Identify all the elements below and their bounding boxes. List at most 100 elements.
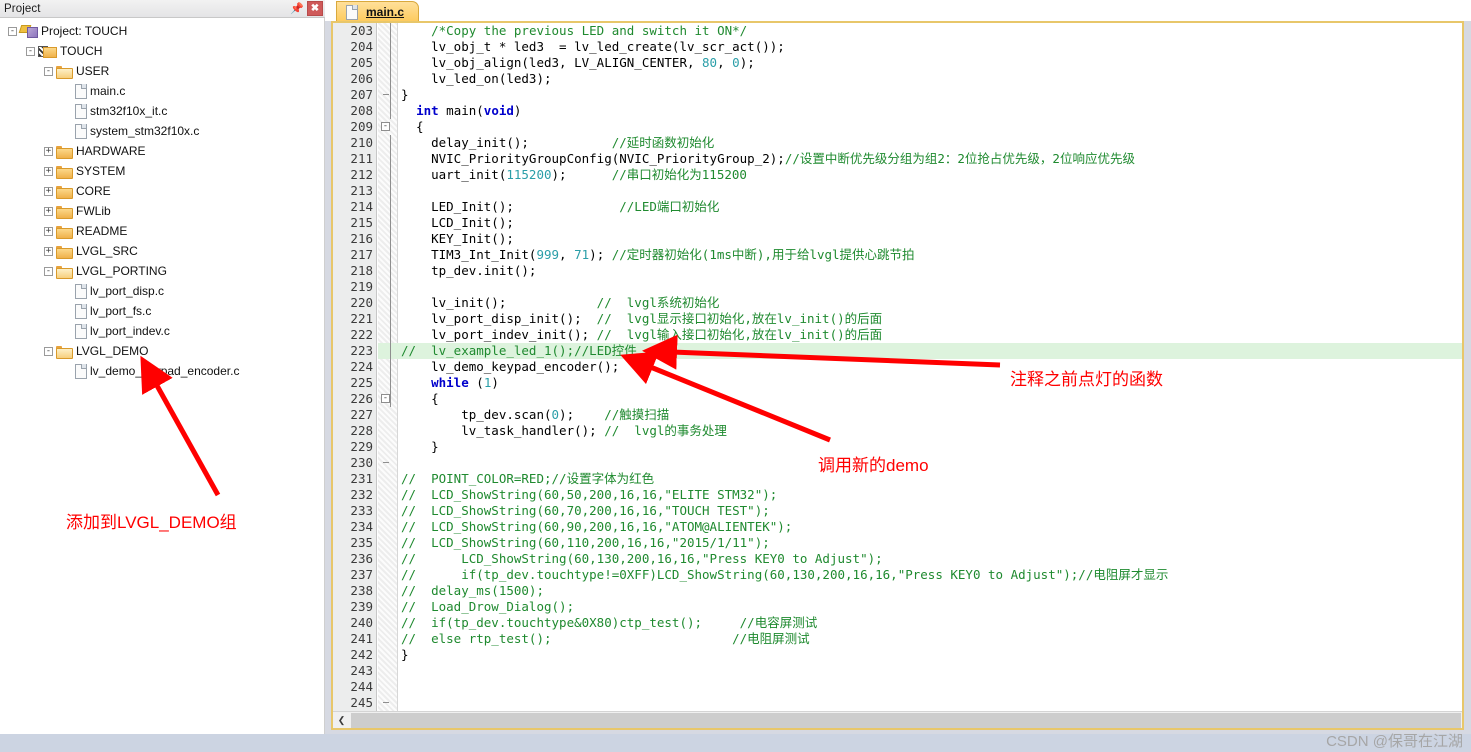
code-line-219[interactable]: 219 — [333, 279, 1462, 295]
tree-item-label: LVGL_PORTING — [76, 264, 167, 278]
code-line-209[interactable]: 209- { — [333, 119, 1462, 135]
code-line-224[interactable]: 224 lv_demo_keypad_encoder(); — [333, 359, 1462, 375]
code-line-221[interactable]: 221 lv_port_disp_init(); // lvgl显示接口初始化,… — [333, 311, 1462, 327]
pin-icon[interactable]: 📌 — [289, 1, 305, 16]
tree-item-main.c[interactable]: main.c — [0, 81, 324, 101]
code-line-210[interactable]: 210 delay_init(); //延时函数初始化 — [333, 135, 1462, 151]
line-number: 244 — [350, 679, 373, 694]
tree-item-user[interactable]: - USER — [0, 61, 324, 81]
tree-item-lvgl_porting[interactable]: - LVGL_PORTING — [0, 261, 324, 281]
tree-item-hardware[interactable]: + HARDWARE — [0, 141, 324, 161]
tree-item-fwlib[interactable]: + FWLib — [0, 201, 324, 221]
scrollbar-thumb[interactable] — [351, 712, 1461, 728]
collapse-icon[interactable]: - — [44, 266, 53, 276]
line-number: 208 — [350, 103, 373, 118]
tree-item-label: README — [76, 224, 128, 238]
collapse-icon[interactable]: - — [44, 66, 53, 76]
code-line-226[interactable]: 226- { — [333, 391, 1462, 407]
code-line-242[interactable]: 242} — [333, 647, 1462, 663]
tree-item-touch[interactable]: - TOUCH — [0, 41, 324, 61]
tree-item-lvgl_demo[interactable]: - LVGL_DEMO — [0, 341, 324, 361]
code-line-233[interactable]: 233 // LCD_ShowString(60,70,200,16,16,"TO… — [333, 503, 1462, 519]
code-text: lv_led_on(led3); — [401, 71, 552, 86]
fold-guide-line — [390, 23, 391, 119]
code-text: uart_init(115200); //串口初始化为115200 — [401, 167, 747, 182]
code-area[interactable]: 203 /*Copy the previous LED and switch i… — [333, 23, 1462, 711]
code-line-234[interactable]: 234 // LCD_ShowString(60,90,200,16,16,"AT… — [333, 519, 1462, 535]
line-number: 219 — [350, 279, 373, 294]
tree-item-lv_port_disp.c[interactable]: lv_port_disp.c — [0, 281, 324, 301]
code-line-238[interactable]: 238 // delay_ms(1500); — [333, 583, 1462, 599]
expand-icon[interactable]: + — [44, 246, 53, 256]
code-line-214[interactable]: 214 LED_Init(); //LED端口初始化 — [333, 199, 1462, 215]
code-text: lv_init(); // lvgl系统初始化 — [401, 295, 720, 310]
tree-item-lv_port_indev.c[interactable]: lv_port_indev.c — [0, 321, 324, 341]
code-line-207[interactable]: 207} — [333, 87, 1462, 103]
code-line-208[interactable]: 208 int main(void) — [333, 103, 1462, 119]
code-line-228[interactable]: 228 lv_task_handler(); // lvgl的事务处理 — [333, 423, 1462, 439]
code-line-223[interactable]: 223 // lv_example_led_1();//LED控件 — [333, 343, 1462, 359]
tree-item-system_stm32f10x.c[interactable]: system_stm32f10x.c — [0, 121, 324, 141]
fold-toggle-icon[interactable]: - — [381, 122, 390, 131]
tree-item-stm32f10x_it.c[interactable]: stm32f10x_it.c — [0, 101, 324, 121]
code-text: // LCD_ShowString(60,130,200,16,16,"Pres… — [401, 551, 883, 566]
code-text: LCD_Init(); — [401, 215, 514, 230]
code-line-225[interactable]: 225 while (1) — [333, 375, 1462, 391]
code-line-237[interactable]: 237 // if(tp_dev.touchtype!=0XFF)LCD_Show… — [333, 567, 1462, 583]
tree-item-lv_port_fs.c[interactable]: lv_port_fs.c — [0, 301, 324, 321]
project-tree-container[interactable]: - Project: TOUCH - TOUCH - USER main.c stm32f10… — [0, 18, 325, 752]
code-line-239[interactable]: 239 // Load_Drow_Dialog(); — [333, 599, 1462, 615]
line-number: 240 — [350, 615, 373, 630]
code-line-244[interactable]: 244 — [333, 679, 1462, 695]
code-line-206[interactable]: 206 lv_led_on(led3); — [333, 71, 1462, 87]
code-line-245[interactable]: 245 — [333, 695, 1462, 711]
expand-icon[interactable]: + — [44, 226, 53, 236]
code-line-232[interactable]: 232 // LCD_ShowString(60,50,200,16,16,"EL… — [333, 487, 1462, 503]
code-line-235[interactable]: 235 // LCD_ShowString(60,110,200,16,16,"2… — [333, 535, 1462, 551]
horizontal-scrollbar[interactable]: ❮ — [333, 711, 1462, 728]
line-number: 216 — [350, 231, 373, 246]
code-line-241[interactable]: 241 // else rtp_test(); //电阻屏测试 — [333, 631, 1462, 647]
fold-toggle-icon[interactable]: - — [381, 394, 390, 403]
tree-item-lv_demo_keypad_encoder.c[interactable]: lv_demo_keypad_encoder.c — [0, 361, 324, 381]
collapse-icon[interactable]: - — [26, 46, 35, 56]
code-line-240[interactable]: 240 // if(tp_dev.touchtype&0X80)ctp_test(… — [333, 615, 1462, 631]
expand-icon[interactable]: + — [44, 146, 53, 156]
expand-icon[interactable]: + — [44, 186, 53, 196]
code-line-227[interactable]: 227 tp_dev.scan(0); //触摸扫描 — [333, 407, 1462, 423]
code-line-220[interactable]: 220 lv_init(); // lvgl系统初始化 — [333, 295, 1462, 311]
close-icon[interactable]: ✖ — [307, 1, 323, 16]
code-text: NVIC_PriorityGroupConfig(NVIC_PriorityGr… — [401, 151, 1135, 166]
code-line-218[interactable]: 218 tp_dev.init(); — [333, 263, 1462, 279]
tree-item-label: FWLib — [76, 204, 111, 218]
code-line-216[interactable]: 216 KEY_Init(); — [333, 231, 1462, 247]
code-line-222[interactable]: 222 lv_port_indev_init(); // lvgl输入接口初始化… — [333, 327, 1462, 343]
chevron-left-icon[interactable]: ❮ — [333, 712, 350, 728]
code-line-217[interactable]: 217 TIM3_Int_Init(999, 71); //定时器初始化(1ms… — [333, 247, 1462, 263]
line-number: 223 — [350, 343, 373, 358]
tree-item-lvgl_src[interactable]: + LVGL_SRC — [0, 241, 324, 261]
code-line-211[interactable]: 211 NVIC_PriorityGroupConfig(NVIC_Priori… — [333, 151, 1462, 167]
project-panel-titlebar: Project 📌 ✖ — [0, 0, 325, 18]
tab-main-c[interactable]: main.c — [336, 1, 420, 21]
code-line-243[interactable]: 243 — [333, 663, 1462, 679]
tree-item-core[interactable]: + CORE — [0, 181, 324, 201]
expand-icon[interactable]: + — [44, 206, 53, 216]
code-line-203[interactable]: 203 /*Copy the previous LED and switch i… — [333, 23, 1462, 39]
expand-icon[interactable]: + — [44, 166, 53, 176]
tree-item-readme[interactable]: + README — [0, 221, 324, 241]
line-number: 217 — [350, 247, 373, 262]
code-line-215[interactable]: 215 LCD_Init(); — [333, 215, 1462, 231]
tree-item-label: USER — [76, 64, 110, 78]
collapse-icon[interactable]: - — [44, 346, 53, 356]
tree-item-system[interactable]: + SYSTEM — [0, 161, 324, 181]
code-line-213[interactable]: 213 — [333, 183, 1462, 199]
code-line-205[interactable]: 205 lv_obj_align(led3, LV_ALIGN_CENTER, … — [333, 55, 1462, 71]
code-line-204[interactable]: 204 lv_obj_t * led3 = lv_led_create(lv_s… — [333, 39, 1462, 55]
code-line-236[interactable]: 236 // LCD_ShowString(60,130,200,16,16,"P… — [333, 551, 1462, 567]
code-line-212[interactable]: 212 uart_init(115200); //串口初始化为115200 — [333, 167, 1462, 183]
collapse-icon[interactable]: - — [8, 26, 17, 36]
tree-item-project--touch[interactable]: - Project: TOUCH — [0, 21, 324, 41]
line-number: 218 — [350, 263, 373, 278]
